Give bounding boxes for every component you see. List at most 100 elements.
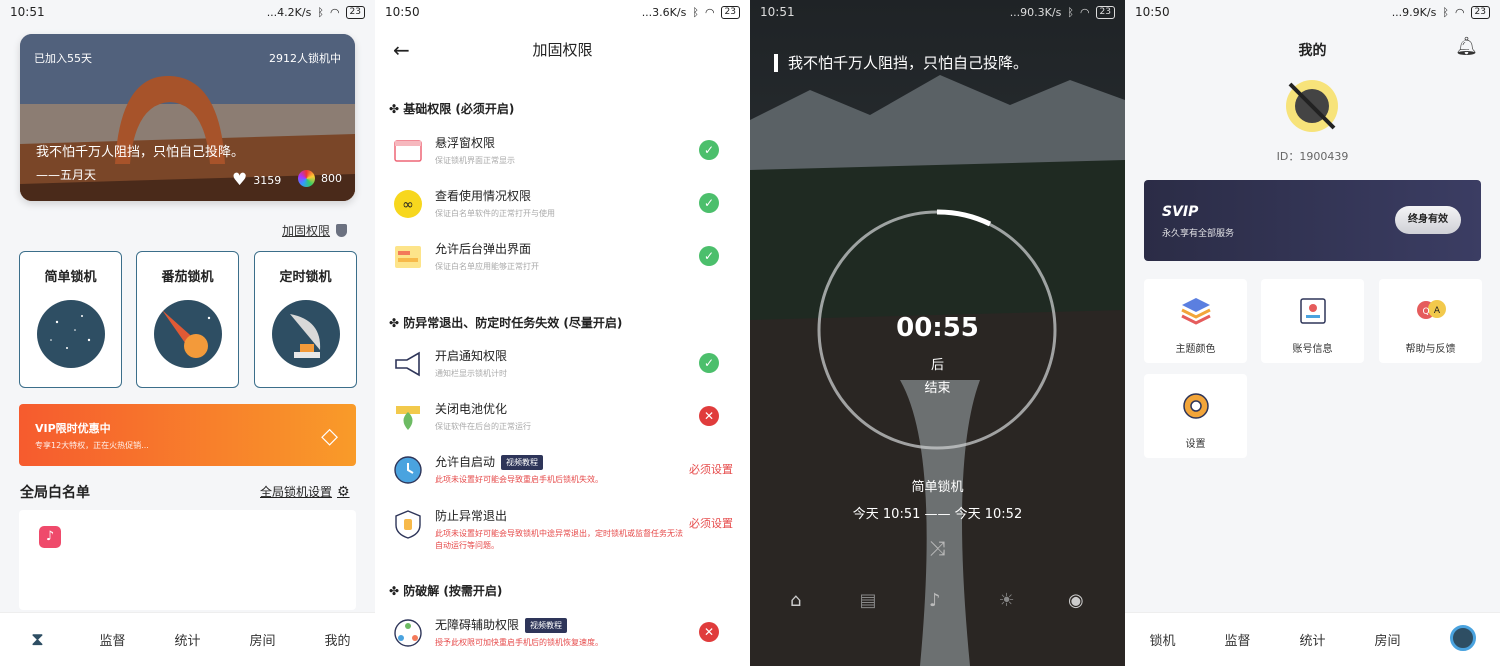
shuffle-icon[interactable]: ⤨ [750, 536, 1125, 560]
accessibility-icon [393, 618, 423, 648]
tab-lock[interactable]: ⧗ [0, 629, 75, 650]
tiktok-app-icon[interactable]: ♪ [39, 526, 61, 548]
satellite-dish-icon [272, 300, 340, 368]
perm-desc: 此项未设置好可能会导致重启手机后锁机失效。 [435, 475, 603, 484]
tile-settings[interactable]: 设置 [1144, 374, 1247, 458]
bluetooth-icon: ᛒ [1442, 5, 1449, 19]
music-icon[interactable]: ♪ [929, 590, 951, 612]
gear-icon [1183, 393, 1209, 419]
tab-mine[interactable] [1425, 624, 1500, 655]
perm-battery-optimization[interactable]: 关闭电池优化 保证软件在后台的正常运行 ✕ [393, 398, 733, 442]
tab-supervise[interactable]: 监督 [75, 630, 150, 649]
megaphone-icon [393, 349, 423, 379]
starry-sky-icon [37, 300, 105, 368]
perm-name-row: 允许自启动 视频教程 [435, 453, 544, 470]
profile-screen: 10:50 ...9.9K/s ᛒ ◠ 23 我的 🔔︎ ID：1900439 … [1125, 0, 1500, 666]
granted-check-icon: ✓ [699, 193, 719, 213]
video-tutorial-button[interactable]: 视频教程 [501, 455, 544, 470]
heart-icon: ♥ [232, 170, 248, 190]
global-lock-settings-link[interactable]: 全局锁机设置 ⚙ [260, 483, 350, 500]
clock-icon [393, 455, 423, 485]
vip-sub: 专享12大特权，正在火热促销... [35, 441, 149, 450]
timed-lock-label: 定时锁机 [279, 270, 332, 285]
hero-author: ——五月天 [36, 168, 97, 182]
svip-title: SVIP [1162, 204, 1199, 220]
quote-card[interactable]: 已加入55天 2912人锁机中 我不怕千万人阻挡，只怕自己投降。 ——五月天 ♥… [20, 34, 355, 201]
battery-icon: 23 [1470, 5, 1490, 19]
wifi-icon: ◠ [704, 5, 715, 19]
perm-auto-start[interactable]: 允许自启动 视频教程 此项未设置好可能会导致重启手机后锁机失效。 必须设置 [393, 451, 733, 495]
simple-lock-card[interactable]: 简单锁机 [19, 251, 122, 388]
perm-name: 开启通知权限 [435, 349, 508, 363]
perm-accessibility[interactable]: 无障碍辅助权限 视频教程 授予此权限可加快重启手机后的锁机恢复速度。 ✕ [393, 614, 733, 658]
popup-icon [393, 242, 423, 272]
perm-prevent-exit[interactable]: 防止异常退出 此项未设置好可能会导致锁机中途异常退出，定时锁机或监督任务无法自动… [393, 505, 733, 550]
perm-desc: 保证锁机界面正常显示 [435, 156, 515, 165]
perm-name: 无障碍辅助权限 [435, 618, 520, 632]
wifi-icon: ◠ [1454, 5, 1465, 19]
perm-usage-stats[interactable]: ∞ 查看使用情况权限 保证白名单软件的正常打开与使用 ✓ [393, 185, 733, 229]
tab-lock[interactable]: 锁机 [1125, 630, 1200, 649]
tile-account-info[interactable]: 账号信息 [1261, 279, 1364, 363]
reinforce-permission-link[interactable]: 加固权限 [282, 222, 348, 239]
network-speed: ...90.3K/s [1009, 5, 1062, 19]
svg-text:A: A [1434, 306, 1441, 316]
granted-check-icon: ✓ [699, 246, 719, 266]
perm-notification[interactable]: 开启通知权限 通知栏显示锁机计时 ✓ [393, 345, 733, 389]
section-anti-exit-label: 防异常退出、防定时任务失效 (尽量开启) [403, 316, 623, 330]
clock: 10:51 [10, 5, 45, 19]
printer-icon[interactable]: ▤ [860, 590, 882, 612]
color-button[interactable]: 800 [298, 170, 342, 187]
tab-stats[interactable]: 统计 [150, 630, 225, 649]
perm-floating-window[interactable]: 悬浮窗权限 保证锁机界面正常显示 ✓ [393, 132, 733, 176]
must-set-label[interactable]: 必须设置 [689, 461, 733, 477]
hero-quote: 我不怕千万人阻挡，只怕自己投降。 [36, 145, 245, 160]
lifetime-button[interactable]: 终身有效 [1395, 206, 1461, 234]
perm-desc: 保证白名单软件的正常打开与使用 [435, 209, 555, 218]
vip-promo-banner[interactable]: VIP限时优惠中 专享12大特权，正在火热促销... ◇ [19, 404, 356, 466]
granted-check-icon: ✓ [699, 353, 719, 373]
battery-icon: 23 [345, 5, 365, 19]
tomato-lock-card[interactable]: 番茄锁机 [136, 251, 239, 388]
avatar[interactable] [1282, 76, 1342, 136]
countdown-end: 结束 [924, 381, 951, 396]
countdown-after: 后 [930, 358, 944, 373]
like-button[interactable]: ♥ 3159 [232, 170, 281, 190]
svg-text:∞: ∞ [402, 197, 414, 213]
status-bar: 10:51 ...4.2K/s ᛒ ◠ 23 [0, 0, 375, 24]
color-wheel-icon [298, 170, 315, 187]
bell-icon[interactable]: 🔔︎ [1455, 36, 1478, 57]
timed-lock-card[interactable]: 定时锁机 [254, 251, 357, 388]
must-set-label[interactable]: 必须设置 [689, 515, 733, 531]
lock-quote: 我不怕千万人阻挡，只怕自己投降。 [774, 52, 1028, 73]
record-icon[interactable]: ◉ [1068, 590, 1090, 612]
perm-name: 关闭电池优化 [435, 402, 508, 416]
battery-icon: 23 [720, 5, 740, 19]
home-icon[interactable]: ⌂ [790, 590, 812, 612]
tab-room[interactable]: 房间 [1350, 630, 1425, 649]
tab-room[interactable]: 房间 [225, 630, 300, 649]
shield-icon [336, 224, 348, 237]
section-anti-crack: ✤ 防破解 (按需开启) [389, 584, 503, 598]
wifi-icon: ◠ [1079, 5, 1090, 19]
tile-help-feedback[interactable]: QA 帮助与反馈 [1379, 279, 1482, 363]
lock-time-range: 今天 10:51 —— 今天 10:52 [852, 507, 1023, 522]
section-anti-crack-label: 防破解 (按需开启) [403, 584, 503, 598]
tab-mine[interactable]: 我的 [300, 630, 375, 649]
whitelist-dock: ⌂ ▤ ♪ ☀ ◉ [790, 590, 1090, 612]
tile-theme-color[interactable]: 主题颜色 [1144, 279, 1247, 363]
video-tutorial-button[interactable]: 视频教程 [525, 618, 568, 633]
locked-screen: 10:51 ...90.3K/s ᛒ ◠ 23 我不怕千万人阻挡，只怕自己投降。… [750, 0, 1125, 666]
astronaut-icon [1449, 624, 1476, 651]
id-card-icon [1300, 298, 1326, 324]
tab-stats[interactable]: 统计 [1275, 630, 1350, 649]
tab-supervise[interactable]: 监督 [1200, 630, 1275, 649]
like-count: 3159 [253, 173, 282, 187]
bottom-tab-bar: ⧗ 监督 统计 房间 我的 [0, 612, 375, 666]
svip-card[interactable]: SVIP 永久享有全部服务 终身有效 [1144, 180, 1481, 261]
link-icon: ∞ [393, 189, 423, 219]
brightness-icon[interactable]: ☀ [999, 590, 1021, 612]
perm-background-popup[interactable]: 允许后台弹出界面 保证白名单应用能够正常打开 ✓ [393, 238, 733, 282]
clock: 10:50 [1135, 5, 1170, 19]
home-screen: 10:51 ...4.2K/s ᛒ ◠ 23 已加入55天 2912人锁机中 我… [0, 0, 375, 666]
